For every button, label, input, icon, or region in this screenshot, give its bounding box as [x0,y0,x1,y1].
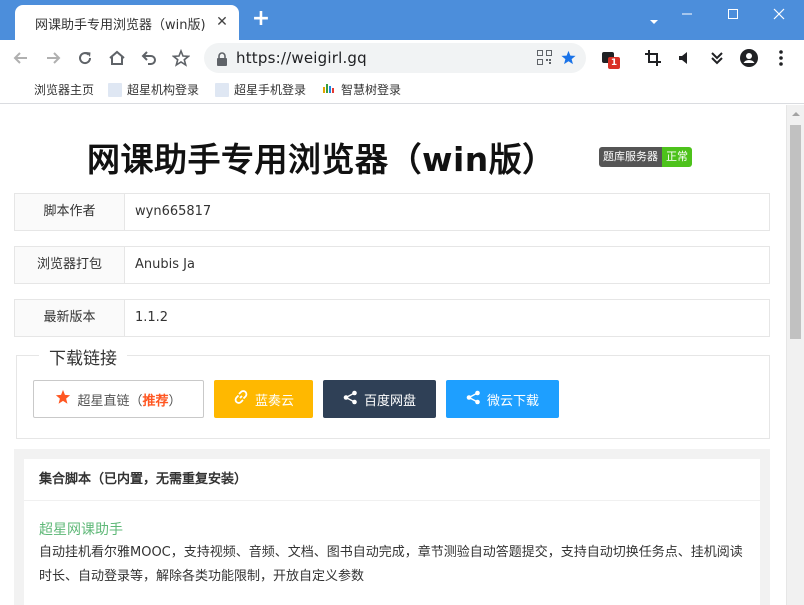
info-label: 浏览器打包 [15,247,125,283]
scroll-up-icon[interactable] [787,105,804,122]
bookmark-label: 浏览器主页 [34,83,95,97]
info-row-packager: 浏览器打包 Anubis Ja [14,246,770,284]
extension-badge: 1 [608,57,620,69]
minimize-icon[interactable] [664,0,710,28]
more-icon[interactable] [768,45,794,71]
back-icon[interactable] [8,45,34,71]
page-icon [108,82,122,97]
script-title: 超星网课助手 [39,522,123,538]
zhihuishu-icon [322,82,336,97]
tab-close-icon[interactable]: ✕ [213,13,231,31]
crop-icon[interactable] [640,45,666,71]
link-icon [233,389,249,409]
maximize-icon[interactable] [710,0,756,28]
scripts-panel-wrapper: 集合脚本（已内置，无需重复安装） 超星网课助手 自动挂机看尔雅MOOC，支持视频… [14,449,770,605]
extension-icon[interactable]: 1 [596,45,622,71]
browser-tab[interactable]: 网课助手专用浏览器（win版) ✕ [15,5,239,40]
page-viewport: 网课助手专用浏览器（win版） 题库服务器 正常 脚本作者 wyn665817 … [1,105,785,605]
browser-toolbar: https://weigirl.gq 1 [0,40,804,76]
tab-search-icon[interactable] [644,14,664,30]
reload-icon[interactable] [72,45,98,71]
bookmark-label: 智慧树登录 [341,83,402,97]
lock-icon[interactable] [216,51,228,70]
info-row-version: 最新版本 1.1.2 [14,299,770,337]
script-description: 自动挂机看尔雅MOOC，支持视频、音频、文档、图书自动完成，章节测验自动答题提交… [39,545,743,584]
info-value: wyn665817 [135,204,212,219]
chaoxing-label: 超星直链（ [77,393,143,409]
star-icon[interactable] [168,45,194,71]
bookmarks-bar: 浏览器主页 超星机构登录 超星手机登录 智慧树登录 [0,76,804,104]
home-icon[interactable] [104,45,130,71]
bookmark-home[interactable]: 浏览器主页 [34,81,94,98]
baidu-label: 百度网盘 [363,393,416,409]
volume-icon[interactable] [672,45,698,71]
info-label: 脚本作者 [15,194,125,230]
share-icon [466,390,481,409]
info-row-author: 脚本作者 wyn665817 [14,193,770,231]
info-label: 最新版本 [15,300,125,336]
tab-title: 网课助手专用浏览器（win版) [35,18,206,33]
download-legend: 下载链接 [39,344,127,369]
recommend-highlight: 推荐 [142,393,169,409]
qrcode-icon[interactable] [537,50,552,69]
address-bar[interactable]: https://weigirl.gq [204,43,586,73]
bookmark-chaoxing-mobile[interactable]: 超星手机登录 [215,81,306,98]
info-value: 1.1.2 [135,310,169,325]
lanzou-download-button[interactable]: 蓝奏云 [214,380,313,418]
vertical-scrollbar[interactable] [786,105,804,605]
status-badge: 题库服务器 正常 [599,147,692,167]
bookmark-label: 超星手机登录 [234,83,307,97]
forward-icon[interactable] [40,45,66,71]
share-icon [343,390,358,409]
bookmark-zhihuishu[interactable]: 智慧树登录 [322,81,401,98]
bookmark-star-icon[interactable] [560,49,577,70]
new-tab-button[interactable]: + [250,8,272,31]
scripts-panel: 集合脚本（已内置，无需重复安装） 超星网课助手 自动挂机看尔雅MOOC，支持视频… [24,459,760,605]
status-value: 正常 [662,147,692,167]
title-bar: 网课助手专用浏览器（win版) ✕ + [0,0,804,40]
account-icon[interactable] [736,45,762,71]
chevrons-down-icon[interactable] [704,45,730,71]
chaoxing-download-button[interactable]: 超星直链（推荐） [33,380,204,418]
info-value: Anubis Ja [135,257,195,272]
status-label: 题库服务器 [599,147,662,167]
baidu-download-button[interactable]: 百度网盘 [323,380,436,418]
page-icon [215,82,229,97]
scroll-thumb[interactable] [790,125,801,339]
lanzou-label: 蓝奏云 [254,393,294,409]
close-window-icon[interactable] [756,0,802,28]
undo-icon[interactable] [136,45,162,71]
weiyun-download-button[interactable]: 微云下载 [446,380,559,418]
panel-header: 集合脚本（已内置，无需重复安装） [24,459,760,501]
url-text[interactable]: https://weigirl.gq [236,49,367,67]
bookmark-label: 超星机构登录 [127,83,200,97]
download-links-section: 下载链接 超星直链（推荐） 蓝奏云 百度网盘 微云下载 [16,344,770,439]
page-title: 网课助手专用浏览器（win版） [87,140,556,179]
chaoxing-suffix: ） [168,393,182,409]
weiyun-label: 微云下载 [486,393,539,409]
star-icon [55,389,71,409]
bookmark-chaoxing-org[interactable]: 超星机构登录 [108,81,199,98]
